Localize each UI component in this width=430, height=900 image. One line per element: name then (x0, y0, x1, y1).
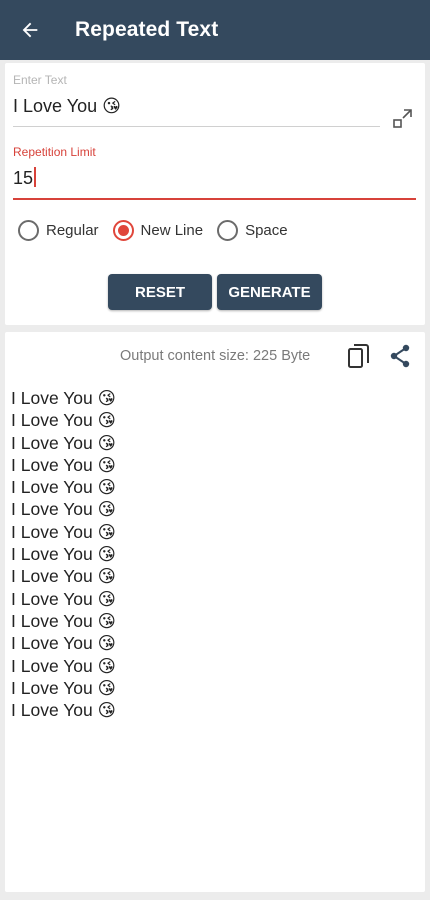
output-line: I Love You 😘 (11, 410, 116, 431)
limit-input-underline (13, 198, 416, 200)
input-card: Enter Text I Love You 😘 Repetition Limit… (5, 63, 425, 325)
limit-value: 15 (13, 168, 34, 188)
reset-button[interactable]: RESET (108, 274, 212, 310)
output-line: I Love You 😘 (11, 388, 116, 408)
expand-button[interactable] (391, 106, 415, 130)
app-bar: Repeated Text (0, 0, 430, 60)
page-title: Repeated Text (75, 18, 219, 41)
limit-field-label: Repetition Limit (13, 145, 96, 159)
copy-icon (348, 344, 369, 368)
output-line: I Love You 😘 (11, 700, 116, 721)
output-text: I Love You 😘 I Love You 😘 I Love You 😘 I Lo… (11, 387, 116, 721)
text-input-underline (13, 126, 380, 127)
share-icon (390, 344, 410, 368)
output-size-text: Output content size: 225 Byte (120, 348, 311, 364)
text-input[interactable]: I Love You 😘 (13, 96, 121, 117)
output-line: I Love You 😘 (11, 432, 116, 453)
output-line: I Love You 😘 (11, 521, 116, 542)
output-card: Output content size: 225 Byte I Love You… (5, 332, 425, 892)
output-line: I Love You 😘 (11, 677, 116, 698)
text-field-label: Enter Text (13, 73, 67, 87)
text-caret (34, 167, 36, 187)
copy-button[interactable] (347, 342, 371, 370)
output-line: I Love You 😘 (11, 655, 116, 676)
share-button[interactable] (389, 344, 411, 368)
radio-label: New Line (140, 222, 204, 239)
arrow-left-icon (22, 22, 38, 38)
expand-icon (393, 109, 412, 128)
radio-space[interactable]: Space (217, 220, 288, 241)
radio-label: Regular (46, 222, 99, 239)
output-line: I Love You 😘 (11, 477, 116, 498)
output-line: I Love You 😘 (11, 544, 116, 565)
mode-radio-group: Regular New Line Space (18, 220, 302, 241)
output-line: I Love You 😘 (11, 499, 116, 520)
back-button[interactable] (0, 0, 60, 60)
limit-input[interactable]: 15 (13, 167, 36, 189)
radio-circle-icon (112, 220, 134, 241)
generate-button[interactable]: GENERATE (217, 274, 322, 310)
output-line: I Love You 😘 (11, 633, 116, 654)
output-line: I Love You 😘 (11, 588, 116, 609)
radio-circle-icon (217, 220, 239, 241)
radio-regular[interactable]: Regular (18, 220, 99, 241)
output-line: I Love You 😘 (11, 566, 116, 587)
radio-label: Space (245, 222, 288, 239)
radio-circle-icon (18, 220, 39, 241)
output-line: I Love You 😘 (11, 610, 116, 631)
radio-new-line[interactable]: New Line (112, 220, 204, 241)
output-line: I Love You 😘 (11, 454, 116, 475)
